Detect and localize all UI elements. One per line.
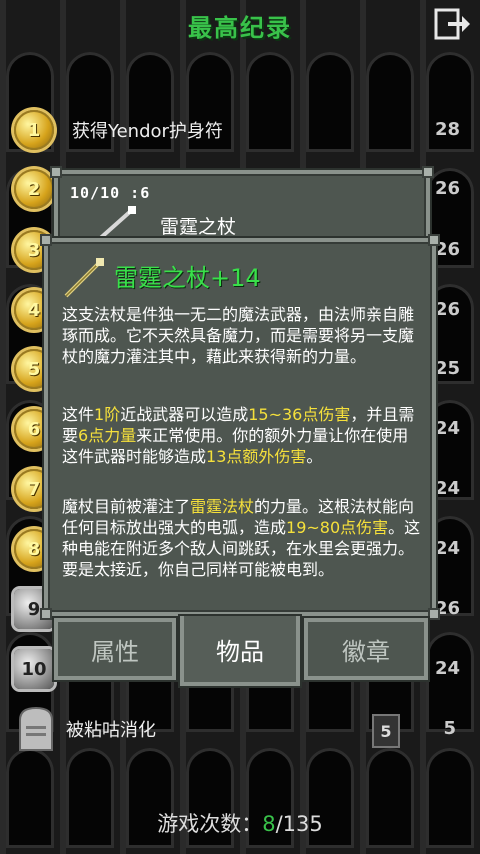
text-segment: 这件 bbox=[62, 405, 95, 424]
item-description-imbue: 魔杖目前被灌注了雷霆法杖的力量。这根法杖能向任何目标放出强大的电弧，造成19~8… bbox=[62, 496, 422, 580]
games-played-label: 游戏次数： bbox=[157, 812, 263, 836]
tab-badges[interactable]: 徽章 bbox=[304, 618, 428, 680]
ranking-row[interactable]: 被粘咕消化 5 5 bbox=[14, 704, 466, 754]
exit-button[interactable] bbox=[434, 8, 472, 40]
wand-type-highlight: 雷霆法杖 bbox=[190, 497, 255, 516]
games-played-current: 8 bbox=[262, 812, 276, 836]
ranking-score: 26 bbox=[434, 299, 460, 320]
gravestone-icon bbox=[19, 706, 53, 751]
text-segment: 。 bbox=[306, 447, 323, 466]
damage-highlight: 15~36点伤害 bbox=[248, 405, 351, 424]
panel-corner-bolt bbox=[422, 166, 434, 178]
page-title: 最高纪录 bbox=[188, 14, 292, 42]
wand-of-lightning-icon bbox=[64, 258, 104, 298]
ranking-score: 25 bbox=[434, 358, 460, 379]
item-title: 雷霆之杖+14 bbox=[114, 264, 261, 292]
panel-corner-bolt bbox=[40, 234, 52, 246]
bonus-damage-highlight: 13点额外伤害 bbox=[206, 447, 307, 466]
strength-highlight: 6点力量 bbox=[78, 426, 137, 445]
ranking-score: 24 bbox=[434, 418, 460, 439]
panel-corner-bolt bbox=[40, 608, 52, 620]
ranking-score: 24 bbox=[434, 538, 460, 559]
text-segment: 魔杖目前被灌注了 bbox=[62, 497, 191, 516]
ranking-description: 被粘咕消化 bbox=[66, 720, 156, 741]
tier-highlight: 1阶 bbox=[94, 405, 121, 424]
inventory-item-name: 雷霆之杖 bbox=[160, 216, 237, 238]
panel-corner-bolt bbox=[428, 608, 440, 620]
tab-stats[interactable]: 属性 bbox=[54, 618, 176, 680]
rank-badge: 2 bbox=[14, 169, 54, 209]
zap-damage-highlight: 19~80点伤害 bbox=[286, 518, 389, 537]
item-description-stats: 这件1阶近战武器可以造成15~36点伤害，并且需要6点力量来正常使用。你的额外力… bbox=[62, 404, 422, 467]
item-description-lore: 这支法杖是件独一无二的魔法武器，由法师亲自雕琢而成。它不天然具备魔力，而是需要将… bbox=[62, 305, 415, 366]
ranking-row[interactable]: 1 获得Yendor护身符 28 bbox=[14, 105, 466, 155]
panel-corner-bolt bbox=[50, 166, 62, 178]
text-segment: 近战武器可以造成 bbox=[120, 405, 249, 424]
class-badge: 5 bbox=[372, 714, 400, 748]
ranking-score: 28 bbox=[434, 119, 460, 140]
rank-badge: 1 bbox=[14, 110, 54, 150]
ranking-score: 26 bbox=[434, 178, 460, 199]
ranking-score: 24 bbox=[434, 658, 460, 679]
ranking-description: 获得Yendor护身符 bbox=[72, 121, 223, 142]
panel-corner-bolt bbox=[428, 234, 440, 246]
item-quantity: 10/10 :6 bbox=[70, 184, 151, 202]
rank-badge: 10 bbox=[14, 649, 54, 689]
tab-items[interactable]: 物品 bbox=[180, 616, 300, 686]
exit-icon bbox=[434, 8, 470, 40]
ranking-score: 24 bbox=[434, 478, 460, 499]
games-played-total: /135 bbox=[275, 812, 323, 836]
ranking-score: 5 bbox=[443, 718, 456, 739]
games-played-counter: 游戏次数：8/135 bbox=[0, 808, 480, 838]
